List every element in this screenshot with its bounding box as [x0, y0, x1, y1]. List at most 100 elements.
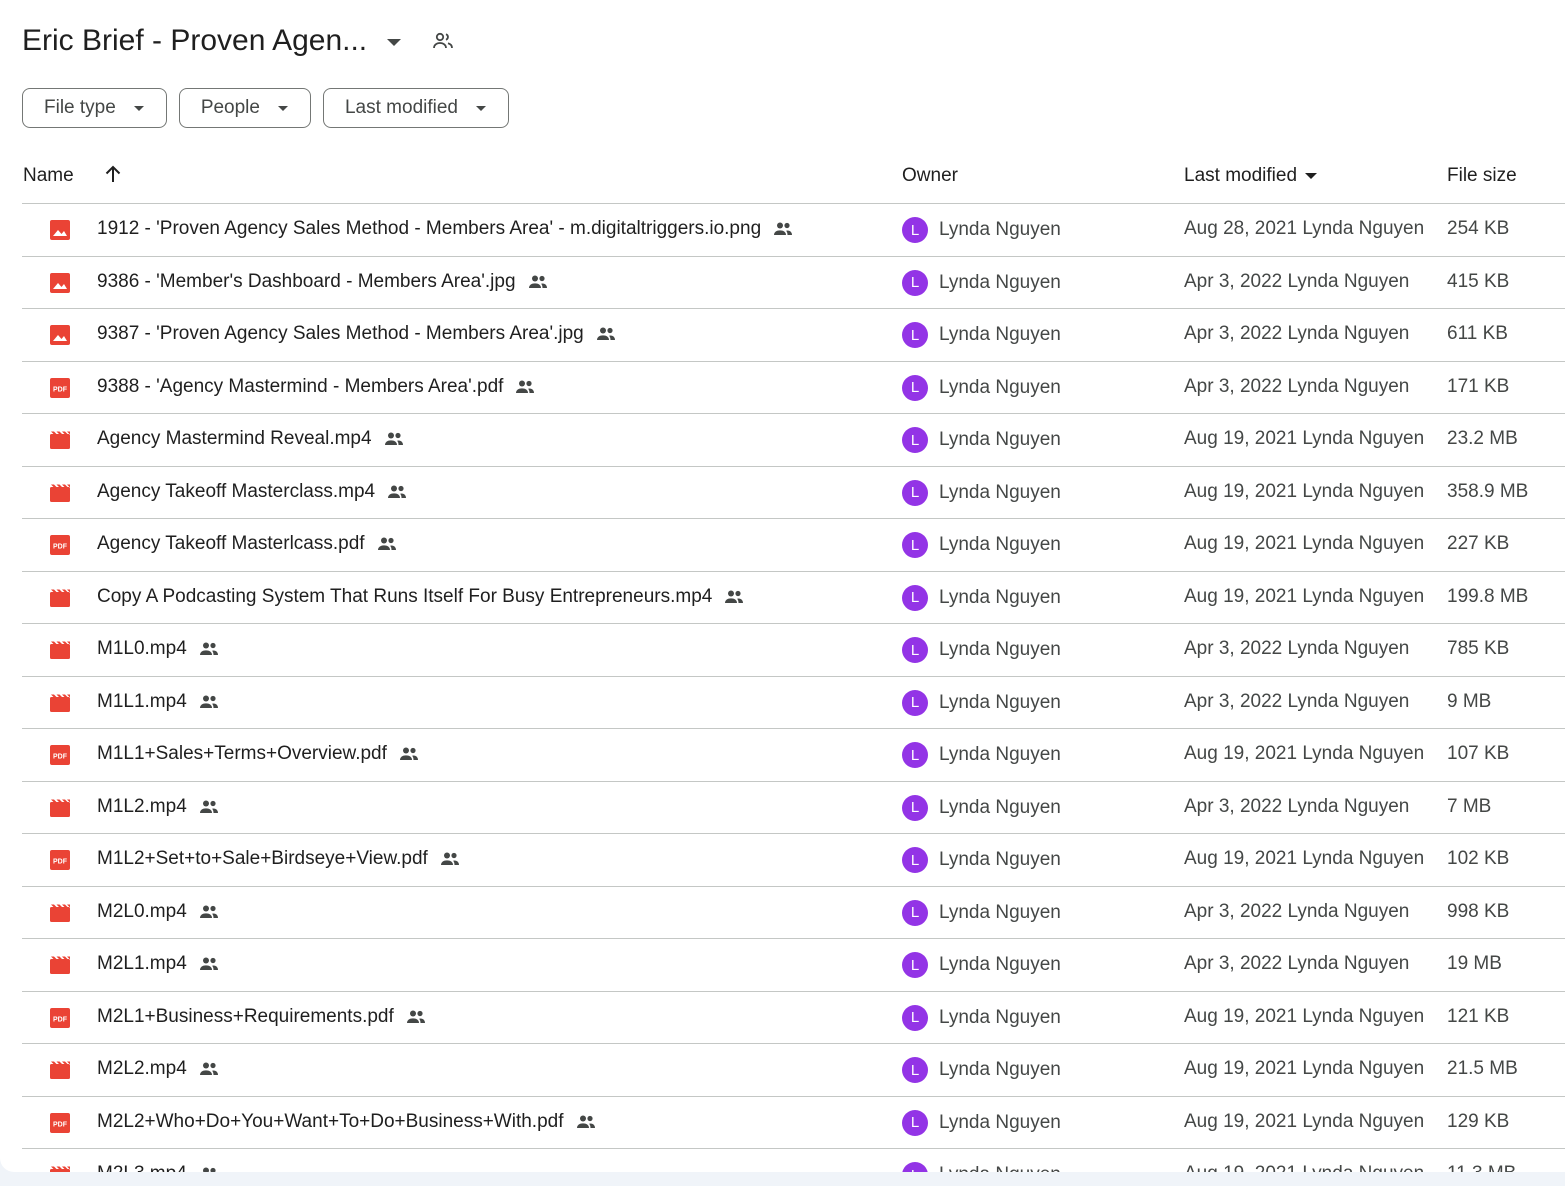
owner-cell: L Lynda Nguyen — [902, 847, 1061, 873]
file-row[interactable]: PDF M1L2+Set+to+Sale+Birdseye+View.pdf L Ly… — [22, 834, 1565, 887]
file-row[interactable]: 9386 - 'Member's Dashboard - Members Are… — [22, 257, 1565, 309]
last-modified-cell: Apr 3, 2022 Lynda Nguyen — [1184, 900, 1410, 922]
file-row[interactable]: M2L3.mp4 L Lynda Nguyen Aug 19, 2021 Lynda … — [22, 1149, 1565, 1172]
owner-cell: L Lynda Nguyen — [902, 532, 1061, 558]
file-name[interactable]: M1L1.mp4 — [97, 691, 187, 713]
column-header-owner[interactable]: Owner — [902, 165, 958, 187]
file-name[interactable]: M1L2.mp4 — [97, 796, 187, 818]
avatar: L — [902, 742, 928, 768]
shared-people-icon — [439, 848, 461, 870]
file-name[interactable]: M2L3.mp4 — [97, 1163, 187, 1172]
file-name[interactable]: Copy A Podcasting System That Runs Itsel… — [97, 586, 712, 608]
owner-name: Lynda Nguyen — [939, 744, 1061, 765]
pdf-file-icon: PDF — [49, 1007, 71, 1029]
column-header-name[interactable]: Name — [23, 165, 74, 187]
shared-people-icon — [198, 691, 220, 713]
file-name-cell: 1912 - 'Proven Agency Sales Method - Mem… — [97, 218, 794, 240]
video-file-icon — [49, 482, 71, 504]
file-name[interactable]: 9386 - 'Member's Dashboard - Members Are… — [97, 271, 516, 293]
file-row[interactable]: M2L0.mp4 L Lynda Nguyen Apr 3, 2022 Lynda N… — [22, 887, 1565, 939]
shared-folder-people-icon[interactable] — [431, 29, 455, 53]
file-row[interactable]: M1L2.mp4 L Lynda Nguyen Apr 3, 2022 Lynda N… — [22, 782, 1565, 834]
file-name-cell: M1L1+Sales+Terms+Overview.pdf — [97, 743, 420, 765]
file-name[interactable]: M1L1+Sales+Terms+Overview.pdf — [97, 743, 387, 765]
last-modified-cell: Apr 3, 2022 Lynda Nguyen — [1184, 270, 1410, 292]
last-modified-cell: Apr 3, 2022 Lynda Nguyen — [1184, 638, 1410, 659]
svg-text:PDF: PDF — [53, 1016, 68, 1023]
chevron-down-icon — [476, 105, 486, 111]
owner-cell: L Lynda Nguyen — [902, 794, 1061, 821]
file-row[interactable]: PDF M2L1+Business+Requirements.pdf L Lynda … — [22, 992, 1565, 1044]
avatar: L — [902, 847, 928, 873]
column-header-last-modified-label: Last modified — [1184, 165, 1298, 186]
file-row[interactable]: Copy A Podcasting System That Runs Itsel… — [22, 572, 1565, 624]
owner-cell: L Lynda Nguyen — [902, 217, 1061, 243]
file-row[interactable]: 9387 - 'Proven Agency Sales Method - Mem… — [22, 309, 1565, 362]
file-row[interactable]: PDF M1L1+Sales+Terms+Overview.pdf L Lynda N… — [22, 729, 1565, 782]
people-filter[interactable]: People — [178, 88, 311, 128]
file-name[interactable]: M2L1.mp4 — [97, 953, 187, 975]
last-modified-filter[interactable]: Last modified — [322, 88, 509, 128]
owner-name: Lynda Nguyen — [939, 271, 1061, 293]
last-modified-cell: Apr 3, 2022 Lynda Nguyen — [1184, 323, 1410, 344]
last-modified-cell: Apr 3, 2022 Lynda Nguyen — [1184, 375, 1410, 397]
file-name[interactable]: M1L2+Set+to+Sale+Birdseye+View.pdf — [97, 848, 428, 870]
owner-cell: L Lynda Nguyen — [902, 1057, 1061, 1083]
file-row[interactable]: M1L1.mp4 L Lynda Nguyen Apr 3, 2022 Lynda N… — [22, 677, 1565, 729]
sort-dropdown-icon — [1305, 173, 1318, 179]
owner-name: Lynda Nguyen — [939, 954, 1061, 975]
file-name[interactable]: Agency Takeoff Masterclass.mp4 — [97, 481, 375, 503]
file-name[interactable]: 9387 - 'Proven Agency Sales Method - Mem… — [97, 323, 584, 345]
owner-name: Lynda Nguyen — [939, 586, 1061, 608]
arrow-drop-down-icon[interactable] — [387, 38, 402, 46]
image-file-icon — [49, 324, 71, 346]
file-name[interactable]: Agency Takeoff Masterlcass.pdf — [97, 533, 365, 555]
folder-title-row: Eric Brief - Proven Agen... — [22, 18, 455, 64]
avatar: L — [902, 689, 928, 716]
avatar: L — [902, 952, 928, 978]
file-row[interactable]: PDF M2L2+Who+Do+You+Want+To+Do+Business+W… — [22, 1097, 1565, 1149]
owner-cell: L Lynda Nguyen — [902, 269, 1061, 296]
owner-name: Lynda Nguyen — [939, 534, 1061, 555]
file-row[interactable]: M2L2.mp4 L Lynda Nguyen Aug 19, 2021 Lynda … — [22, 1044, 1565, 1097]
avatar: L — [902, 1057, 928, 1083]
avatar: L — [902, 427, 928, 453]
file-name[interactable]: M1L0.mp4 — [97, 638, 187, 660]
file-row[interactable]: PDF 9388 - 'Agency Mastermind - Members A… — [22, 362, 1565, 414]
owner-name: Lynda Nguyen — [939, 1111, 1061, 1133]
last-modified-cell: Aug 19, 2021 Lynda Nguyen — [1184, 533, 1425, 554]
file-name-cell: M2L3.mp4 — [97, 1163, 220, 1172]
file-size-cell: 7 MB — [1447, 795, 1492, 817]
column-header-last-modified[interactable]: Last modified — [1184, 165, 1318, 187]
image-file-icon — [49, 272, 71, 294]
file-name[interactable]: M2L1+Business+Requirements.pdf — [97, 1006, 394, 1028]
file-row[interactable]: 1912 - 'Proven Agency Sales Method - Mem… — [22, 204, 1565, 257]
file-name-cell: M2L2.mp4 — [97, 1058, 220, 1080]
video-file-icon — [49, 1164, 71, 1172]
file-name[interactable]: M2L2.mp4 — [97, 1058, 187, 1080]
file-size-cell: 23.2 MB — [1447, 428, 1518, 449]
folder-title[interactable]: Eric Brief - Proven Agen... — [22, 24, 367, 58]
file-name[interactable]: M2L0.mp4 — [97, 901, 187, 923]
pdf-file-icon: PDF — [49, 534, 71, 556]
file-name[interactable]: 1912 - 'Proven Agency Sales Method - Mem… — [97, 218, 761, 240]
pdf-file-icon: PDF — [49, 377, 71, 399]
shared-people-icon — [723, 586, 745, 608]
file-name[interactable]: Agency Mastermind Reveal.mp4 — [97, 428, 372, 450]
file-name[interactable]: 9388 - 'Agency Mastermind - Members Area… — [97, 376, 503, 398]
file-type-filter[interactable]: File type — [22, 88, 167, 128]
column-header-file-size[interactable]: File size — [1447, 165, 1517, 187]
file-name[interactable]: M2L2+Who+Do+You+Want+To+Do+Business+With… — [97, 1111, 564, 1133]
last-modified-cell: Aug 19, 2021 Lynda Nguyen — [1184, 1058, 1425, 1079]
file-row[interactable]: PDF Agency Takeoff Masterlcass.pdf L Lynda … — [22, 519, 1565, 572]
file-row[interactable]: M2L1.mp4 L Lynda Nguyen Apr 3, 2022 Lynda N… — [22, 939, 1565, 992]
file-row[interactable]: M1L0.mp4 L Lynda Nguyen Apr 3, 2022 Lynda N… — [22, 624, 1565, 677]
last-modified-cell: Apr 3, 2022 Lynda Nguyen — [1184, 953, 1410, 974]
shared-people-icon — [198, 901, 220, 923]
avatar: L — [902, 794, 928, 821]
last-modified-cell: Apr 3, 2022 Lynda Nguyen — [1184, 795, 1410, 817]
file-size-cell: 21.5 MB — [1447, 1058, 1518, 1079]
sort-ascending-arrow-icon[interactable] — [102, 163, 124, 185]
file-row[interactable]: Agency Mastermind Reveal.mp4 L Lynda Nguye… — [22, 414, 1565, 467]
file-row[interactable]: Agency Takeoff Masterclass.mp4 L Lynda Ngu… — [22, 467, 1565, 519]
